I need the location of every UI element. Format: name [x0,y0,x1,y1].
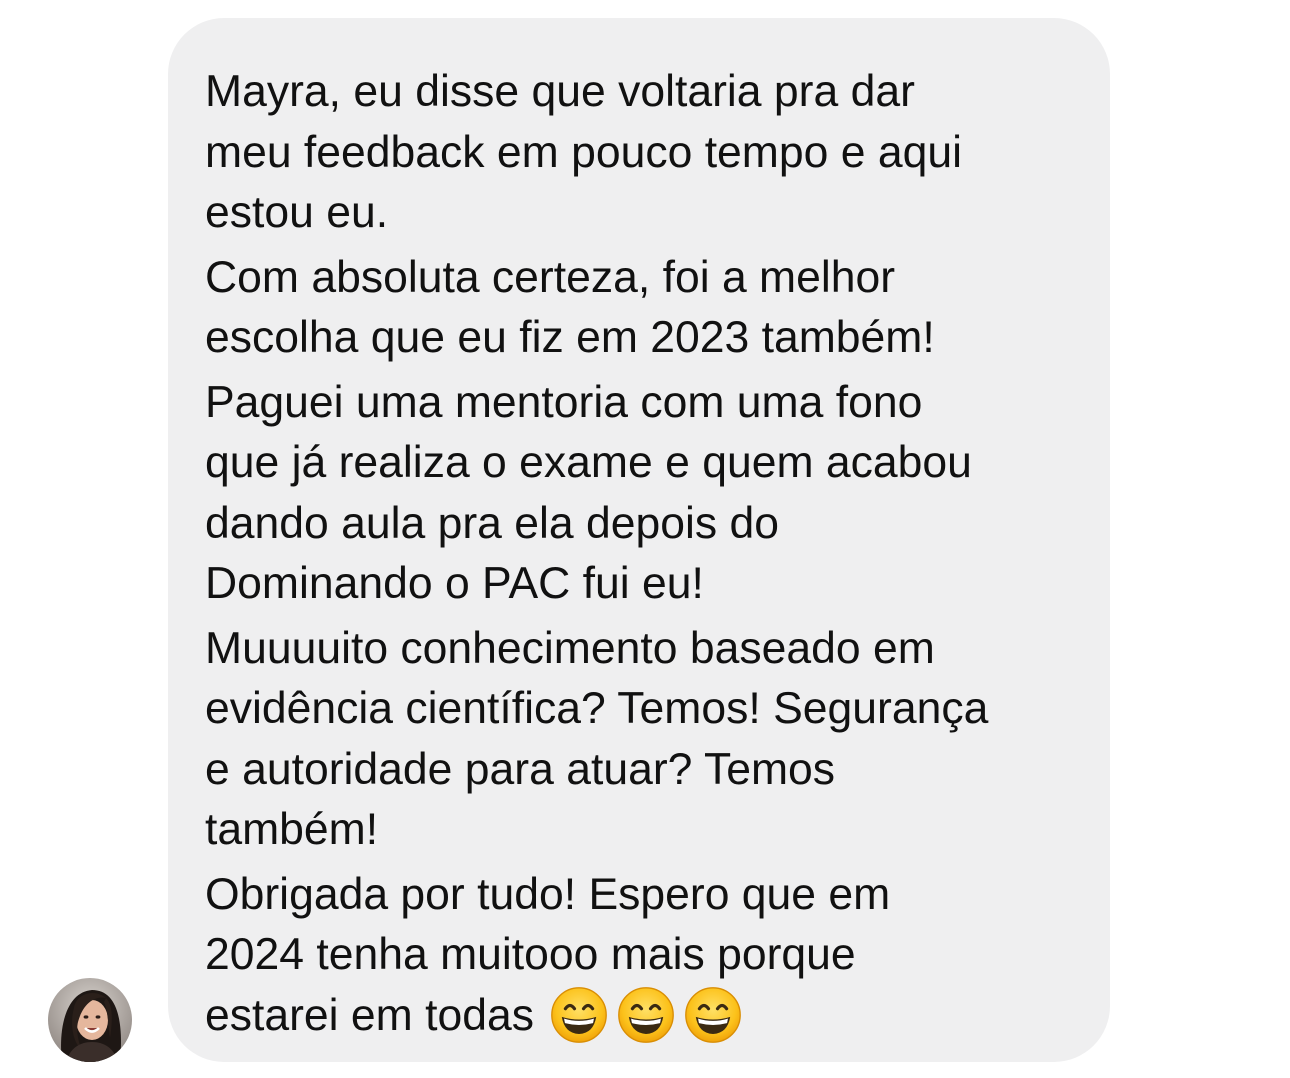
message-text: Mayra, eu disse que voltaria pra dar meu … [205,62,1080,1048]
message-paragraph: Muuuuito conhecimento baseado em evidênci… [205,619,1080,861]
sender-avatar[interactable] [48,978,132,1062]
grinning-face-emoji-icon [617,986,675,1044]
message-line: Obrigada por tudo! Espero que em [205,869,891,919]
message-bubble[interactable]: Mayra, eu disse que voltaria pra dar meu … [168,18,1110,1062]
message-paragraph: Paguei uma mentoria com uma fono que já r… [205,373,1080,615]
message-line: Paguei uma mentoria com uma fono [205,377,923,427]
message-line: Dominando o PAC fui eu! [205,559,704,608]
emoji-group [550,983,751,1044]
message-line: Muuuuito conhecimento baseado em [205,623,935,673]
message-line: escolha que eu fiz em 2023 também! [205,313,935,362]
message-line: Mayra, eu disse que voltaria pra dar [205,67,915,116]
profile-photo-icon [48,978,132,1062]
message-line: estou eu. [205,188,389,237]
chat-thread: Mayra, eu disse que voltaria pra dar meu … [0,0,1290,1078]
message-line: evidência científica? Temos! Segurança [205,684,989,733]
message-line: e autoridade para atuar? Temos [205,744,836,794]
message-paragraph: Obrigada por tudo! Espero que em 2024 ten… [205,865,1080,1049]
grinning-face-emoji-icon [550,986,608,1044]
message-paragraph: Mayra, eu disse que voltaria pra dar meu … [205,62,1080,244]
message-line: também! [205,805,379,854]
grinning-face-emoji-icon [684,986,742,1044]
message-line: que já realiza o exame e quem acabou [205,438,972,487]
message-line: Com absoluta certeza, foi a melhor [205,252,896,302]
message-line: 2024 tenha muitooo mais porque [205,930,856,979]
message-paragraph: Com absoluta certeza, foi a melhor escolh… [205,248,1080,369]
message-line: estarei em todas [205,986,1080,1049]
message-line: meu feedback em pouco tempo e aqui [205,127,962,177]
message-line: dando aula pra ela depois do [205,498,780,548]
